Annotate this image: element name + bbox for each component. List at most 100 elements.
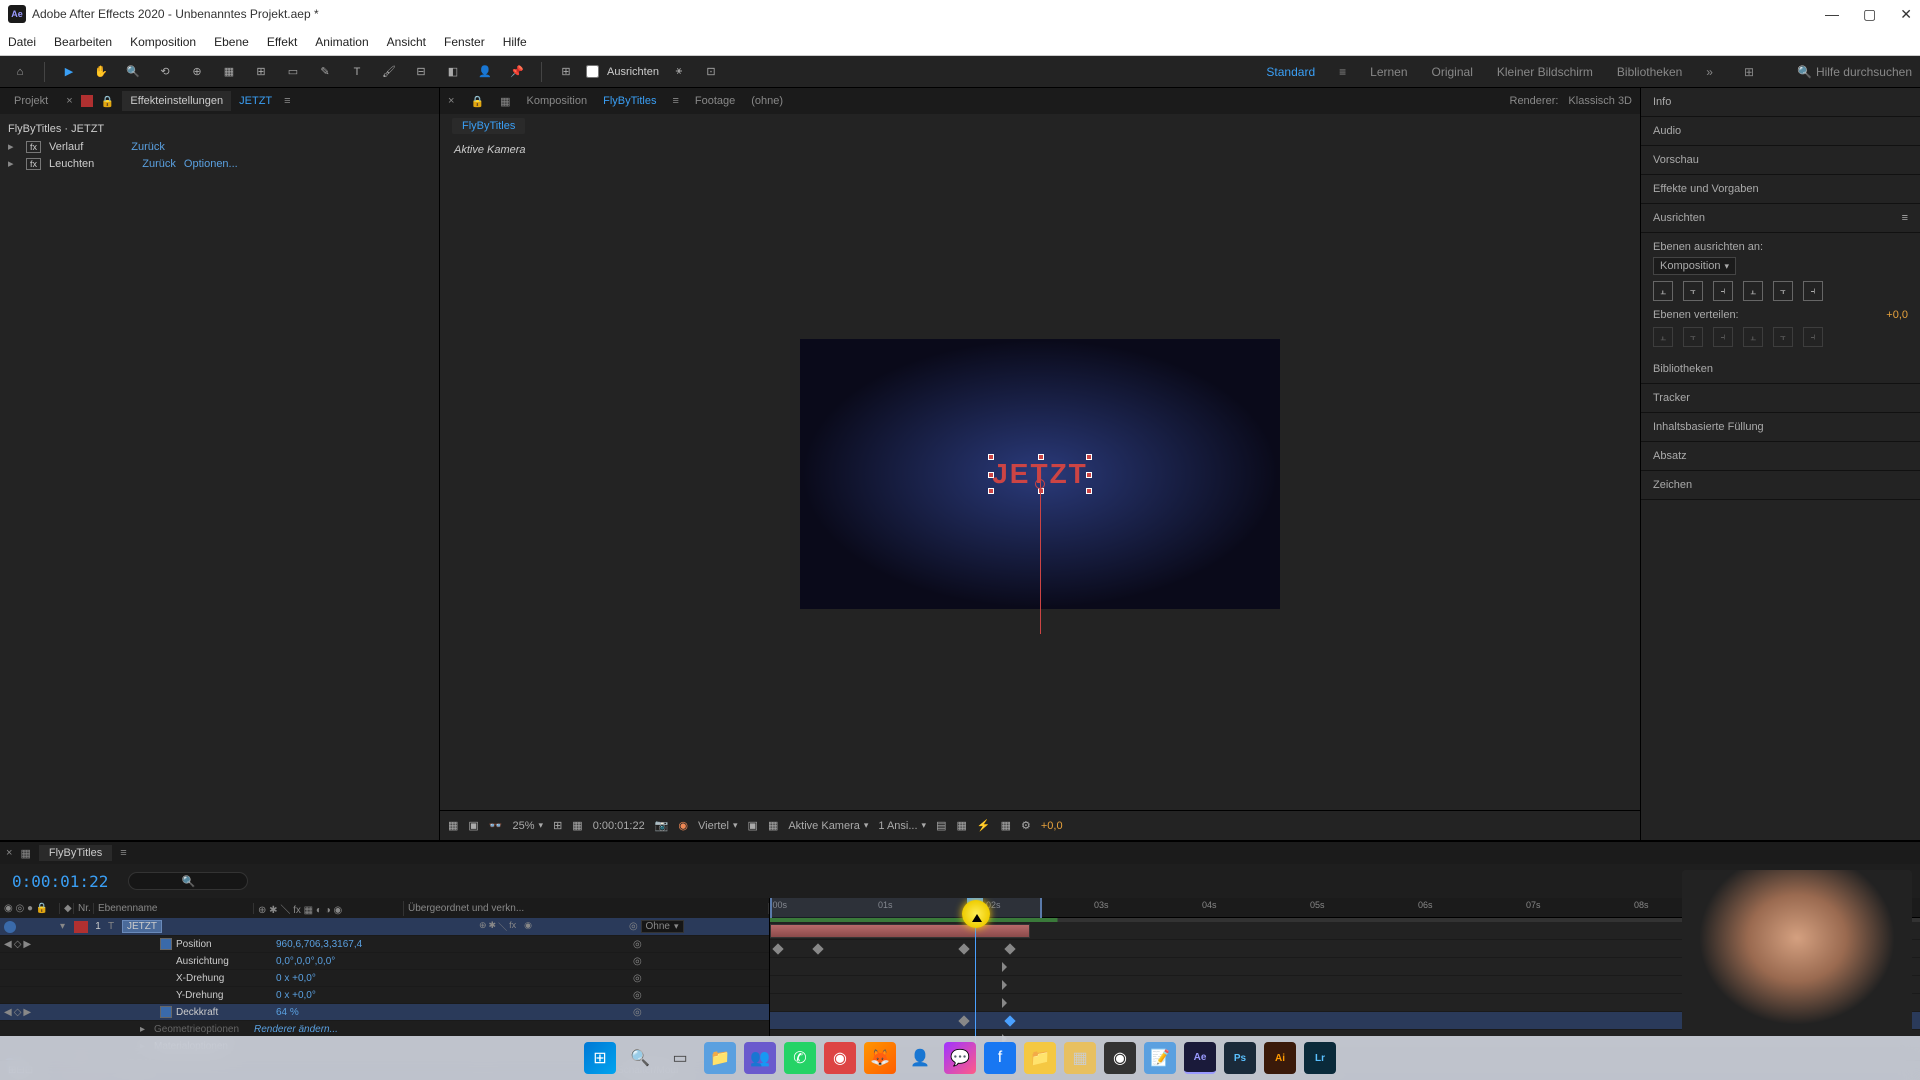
lightroom-icon[interactable]: Lr (1304, 1042, 1336, 1074)
hand-tool-icon[interactable]: ✋ (89, 60, 113, 84)
fx-reset-link[interactable]: Zurück (142, 158, 176, 170)
keyframe-icon[interactable] (812, 943, 823, 954)
stopwatch-icon[interactable] (160, 938, 172, 950)
photoshop-icon[interactable]: Ps (1224, 1042, 1256, 1074)
resolution-dropdown[interactable]: Viertel▾ (698, 820, 738, 832)
fx-options-link[interactable]: Optionen... (184, 158, 238, 170)
prop-row-position[interactable]: ◀◇▶ Position 960,6,706,3,3167,4 ◎ (0, 936, 769, 953)
taskbar-search-icon[interactable]: 🔍 (624, 1042, 656, 1074)
timecode-display[interactable]: 0:00:01:22 (593, 820, 645, 832)
timecode[interactable]: 0:00:01:22 (0, 872, 120, 891)
fx-row-leuchten[interactable]: ▸ fx Leuchten Zurück Optionen... (8, 155, 431, 172)
workspace-reset-icon[interactable]: ⊞ (1737, 60, 1761, 84)
mask-mode-icon[interactable]: ⊡ (699, 60, 723, 84)
keyframe-icon[interactable] (958, 943, 969, 954)
explorer-icon[interactable]: 📁 (704, 1042, 736, 1074)
views-dropdown[interactable]: 1 Ansi...▾ (878, 820, 926, 832)
roto-tool-icon[interactable]: 👤 (473, 60, 497, 84)
menu-ebene[interactable]: Ebene (214, 35, 249, 49)
menu-bearbeiten[interactable]: Bearbeiten (54, 35, 112, 49)
prop-value[interactable]: 0 x +0,0° (276, 973, 316, 984)
whatsapp-icon[interactable]: ✆ (784, 1042, 816, 1074)
handle-ml[interactable] (988, 472, 994, 478)
handle-tc[interactable] (1038, 454, 1044, 460)
comp-breadcrumb[interactable]: FlyByTitles (452, 118, 525, 134)
panel-info[interactable]: Info (1641, 88, 1920, 117)
kf-next-icon[interactable]: ▶ (23, 939, 31, 950)
mask-toggle-icon[interactable]: 👓 (489, 819, 503, 832)
teams-icon[interactable]: 👥 (744, 1042, 776, 1074)
prop-value[interactable]: 0 x +0,0° (276, 990, 316, 1001)
snap-checkbox[interactable] (586, 65, 599, 78)
layer-name-input[interactable]: JETZT (122, 920, 162, 933)
layer-search[interactable]: 🔍 (128, 872, 248, 890)
canvas[interactable]: JETZT (800, 339, 1280, 609)
panel-content-aware[interactable]: Inhaltsbasierte Füllung (1641, 413, 1920, 442)
tab-project-close-icon[interactable]: × (66, 95, 72, 107)
handle-tl[interactable] (988, 454, 994, 460)
kf-prev-icon[interactable]: ◀ (4, 939, 12, 950)
menu-komposition[interactable]: Komposition (130, 35, 196, 49)
panel-bibliotheken[interactable]: Bibliotheken (1641, 355, 1920, 384)
flowchart-icon[interactable]: ⚙ (1021, 819, 1031, 832)
pixel-aspect-icon[interactable]: ▦ (956, 819, 966, 832)
zoom-tool-icon[interactable]: 🔍 (121, 60, 145, 84)
keyframe-icon[interactable] (772, 943, 783, 954)
folder-icon[interactable]: 📁 (1024, 1042, 1056, 1074)
close-button[interactable]: ✕ (1900, 6, 1912, 23)
align-hcenter-icon[interactable]: ⫟ (1683, 281, 1703, 301)
menu-ansicht[interactable]: Ansicht (387, 35, 426, 49)
handle-br[interactable] (1086, 488, 1092, 494)
panel-audio[interactable]: Audio (1641, 117, 1920, 146)
workspace-more-icon[interactable]: » (1706, 65, 1713, 79)
camera-dropdown[interactable]: Aktive Kamera▾ (788, 820, 868, 832)
visibility-icon[interactable] (4, 921, 16, 933)
clone-tool-icon[interactable]: ⊟ (409, 60, 433, 84)
label-color[interactable] (74, 921, 88, 933)
handle-tr[interactable] (1086, 454, 1092, 460)
comp-lock-icon[interactable]: 🔒 (470, 95, 484, 108)
menu-datei[interactable]: Datei (8, 35, 36, 49)
handle-mr[interactable] (1086, 472, 1092, 478)
expression-pickwhip-icon[interactable]: ◎ (633, 956, 642, 967)
grid-icon[interactable]: ⊞ (553, 819, 562, 832)
twirl-icon[interactable]: ▸ (140, 1024, 154, 1035)
local-axis-icon[interactable]: ⊞ (554, 60, 578, 84)
handle-bl[interactable] (988, 488, 994, 494)
playhead-handle[interactable] (967, 898, 983, 912)
camera-tool-icon[interactable]: ▦ (217, 60, 241, 84)
anchor-tool-icon[interactable]: ⊞ (249, 60, 273, 84)
twirl-icon[interactable]: ▸ (8, 157, 18, 170)
guides-icon[interactable]: ▦ (572, 819, 582, 832)
align-right-icon[interactable]: ⫞ (1713, 281, 1733, 301)
expression-pickwhip-icon[interactable]: ◎ (633, 1007, 642, 1018)
kf-add-icon[interactable]: ◇ (14, 1007, 22, 1018)
panel-ausrichten[interactable]: Ausrichten ≡ (1641, 204, 1920, 233)
twirl-icon[interactable]: ▾ (60, 921, 74, 932)
obs-icon[interactable]: ◉ (1104, 1042, 1136, 1074)
prop-row-ausrichtung[interactable]: Ausrichtung 0,0°,0,0°,0,0° ◎ (0, 953, 769, 970)
timeline-close-icon[interactable]: × (6, 847, 12, 859)
brush-tool-icon[interactable]: 🖌 (377, 60, 401, 84)
timeline-menu-icon[interactable]: ≡ (120, 847, 126, 859)
comp-close-icon[interactable]: × (448, 95, 454, 107)
layer-row-1[interactable]: ▾ 1 T JETZT ⊕✱＼fx◉ ◎ Ohne▾ (0, 918, 769, 936)
fx-enable-icon[interactable]: fx (26, 158, 41, 170)
messenger-icon[interactable]: 💬 (944, 1042, 976, 1074)
panel-effekte[interactable]: Effekte und Vorgaben (1641, 175, 1920, 204)
channel-icon[interactable]: ▣ (468, 819, 478, 832)
prop-row-ydrehung[interactable]: Y-Drehung 0 x +0,0° ◎ (0, 987, 769, 1004)
menu-hilfe[interactable]: Hilfe (503, 35, 527, 49)
workspace-original[interactable]: Original (1432, 65, 1473, 79)
shape-tool-icon[interactable]: ▭ (281, 60, 305, 84)
panel-menu-icon[interactable]: ≡ (284, 95, 290, 107)
panel-zeichen[interactable]: Zeichen (1641, 471, 1920, 500)
parent-pickwhip-icon[interactable]: ◎ (629, 921, 638, 932)
app-icon[interactable]: ▦ (1064, 1042, 1096, 1074)
align-left-icon[interactable]: ⫠ (1653, 281, 1673, 301)
tab-effect-controls[interactable]: Effekteinstellungen (122, 91, 231, 111)
prop-row-deckkraft[interactable]: ◀◇▶ Deckkraft 64 % ◎ (0, 1004, 769, 1021)
timeline-tab[interactable]: FlyByTitles (39, 845, 112, 861)
transparency-icon[interactable]: ▦ (768, 819, 778, 832)
snap-option-icon[interactable]: ⚹ (667, 60, 691, 84)
